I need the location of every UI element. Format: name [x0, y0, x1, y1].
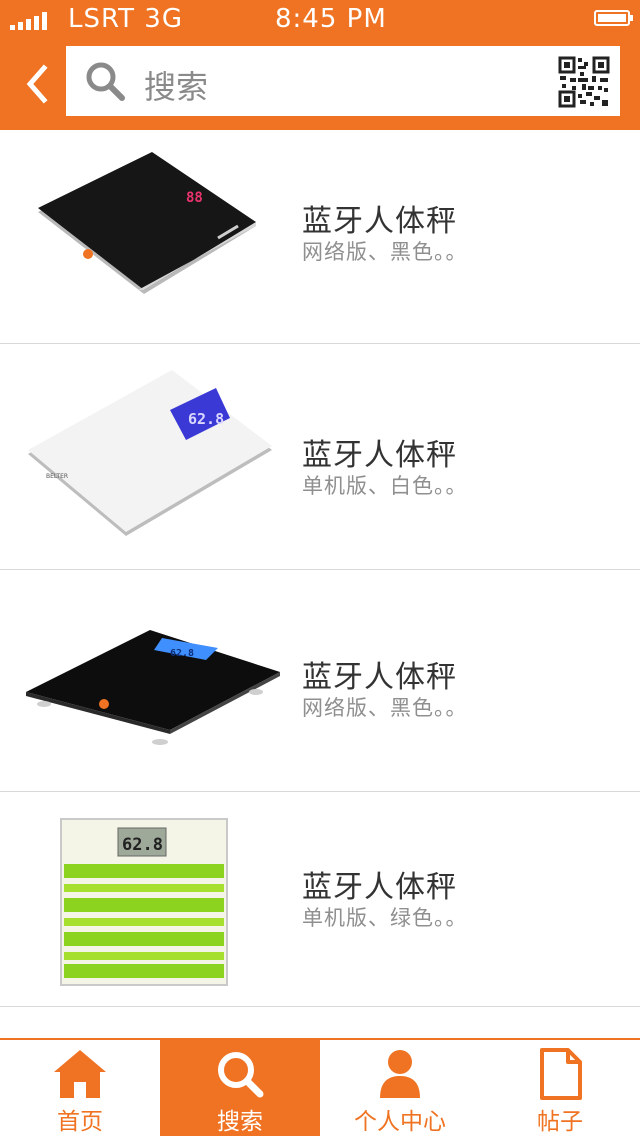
product-image-black-scale: 88 [38, 152, 256, 294]
product-image-green-scale: 62.8 [60, 818, 228, 986]
product-subtitle: 网络版、黑色。。 [302, 696, 468, 720]
home-icon [54, 1050, 106, 1098]
tab-bar: 首页 搜索 个人中心 帖子 [0, 1038, 640, 1136]
battery-icon [594, 10, 633, 26]
tab-label: 首页 [57, 1109, 103, 1135]
product-subtitle: 单机版、绿色。。 [302, 906, 468, 930]
svg-text:62.8: 62.8 [188, 410, 224, 428]
svg-text:88: 88 [186, 190, 203, 206]
chevron-left-icon [26, 64, 48, 104]
search-bar[interactable]: 搜索 [66, 46, 620, 116]
product-image-white-scale: 62.8 BELTER [28, 370, 272, 536]
product-title: 蓝牙人体秤 [302, 660, 457, 695]
svg-text:62.8: 62.8 [122, 835, 163, 855]
search-icon [86, 62, 125, 101]
product-title: 蓝牙人体秤 [302, 204, 457, 239]
tab-label: 个人中心 [354, 1109, 446, 1135]
svg-text:BELTER: BELTER [46, 473, 68, 480]
status-time: 8:45 PM [275, 4, 387, 34]
tab-search[interactable]: 搜索 [160, 1040, 320, 1136]
svg-text:62.8: 62.8 [170, 648, 194, 659]
search-input[interactable]: 搜索 [144, 62, 208, 108]
product-title: 蓝牙人体秤 [302, 438, 457, 473]
list-item[interactable]: 62.8 蓝牙人体秤 网络版、黑色。。 [0, 570, 640, 792]
tab-profile[interactable]: 个人中心 [320, 1040, 480, 1136]
product-subtitle: 单机版、白色。。 [302, 474, 468, 498]
tab-label: 搜索 [217, 1109, 263, 1135]
top-bar: LSRT 3G 8:45 PM 搜索 [0, 0, 640, 130]
status-bar: LSRT 3G 8:45 PM [0, 0, 640, 40]
back-button[interactable] [18, 62, 58, 106]
tab-home[interactable]: 首页 [0, 1040, 160, 1136]
carrier-label: LSRT 3G [68, 4, 183, 34]
list-item[interactable]: 62.8 BELTER 蓝牙人体秤 单机版、白色。。 [0, 344, 640, 570]
signal-icon [10, 12, 50, 30]
user-icon [380, 1050, 420, 1098]
product-subtitle: 网络版、黑色。。 [302, 240, 468, 264]
list-item[interactable]: 62.8 蓝牙人体秤 单机版、绿色。。 [0, 792, 640, 1007]
product-list: 88 蓝牙人体秤 网络版、黑色。。 62.8 BELTER 蓝牙人体秤 单机版、… [0, 130, 640, 1007]
document-icon [540, 1048, 582, 1100]
qr-code-icon[interactable] [558, 56, 610, 108]
tab-label: 帖子 [537, 1109, 583, 1135]
product-image-glass-scale: 62.8 [26, 630, 280, 745]
tab-posts[interactable]: 帖子 [480, 1040, 640, 1136]
list-item[interactable]: 88 蓝牙人体秤 网络版、黑色。。 [0, 130, 640, 344]
search-icon [218, 1052, 264, 1098]
product-title: 蓝牙人体秤 [302, 870, 457, 905]
